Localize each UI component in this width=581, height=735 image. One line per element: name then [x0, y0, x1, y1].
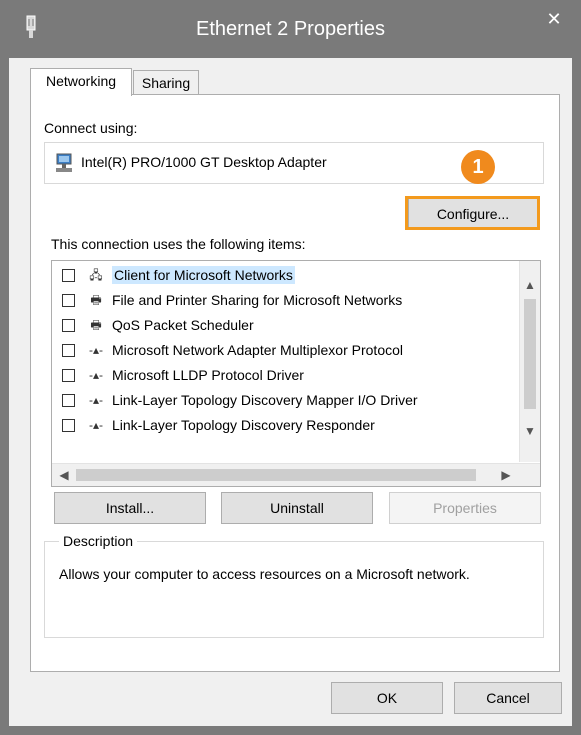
- network-client-icon: 🖧: [89, 268, 103, 282]
- step-callout-badge: 1: [461, 150, 495, 184]
- item-checkbox[interactable]: [62, 369, 75, 382]
- uninstall-button[interactable]: Uninstall: [221, 492, 373, 524]
- item-label: Link-Layer Topology Discovery Responder: [112, 417, 375, 433]
- printer-icon: 🖶: [90, 293, 102, 307]
- items-label: This connection uses the following items…: [51, 236, 306, 252]
- tab-networking[interactable]: Networking: [30, 68, 132, 96]
- title-bar[interactable]: Ethernet 2 Properties ✕: [0, 0, 581, 58]
- list-item[interactable]: 🖧 Client for Microsoft Networks: [52, 263, 512, 288]
- list-item[interactable]: 🖶 File and Printer Sharing for Microsoft…: [52, 288, 512, 313]
- protocol-icon: -▴-: [88, 368, 103, 382]
- adapter-name: Intel(R) PRO/1000 GT Desktop Adapter: [81, 154, 327, 170]
- item-checkbox[interactable]: [62, 294, 75, 307]
- item-label: File and Printer Sharing for Microsoft N…: [112, 292, 403, 308]
- description-group: [44, 541, 544, 638]
- scroll-up-icon[interactable]: ▲: [520, 275, 540, 295]
- protocol-icon: -▴-: [88, 393, 103, 407]
- item-label: Client for Microsoft Networks: [112, 266, 295, 284]
- scroll-left-icon[interactable]: ◀: [54, 465, 74, 485]
- properties-button[interactable]: Properties: [389, 492, 541, 524]
- list-item[interactable]: 🖶 QoS Packet Scheduler: [52, 313, 512, 338]
- close-button[interactable]: ✕: [537, 6, 571, 32]
- vertical-scroll-thumb[interactable]: [524, 299, 536, 409]
- connect-using-label: Connect using:: [44, 120, 138, 136]
- horizontal-scroll-thumb[interactable]: [76, 469, 476, 481]
- vertical-scrollbar[interactable]: ▲ ▼: [519, 261, 540, 462]
- printer-icon: 🖶: [90, 318, 102, 332]
- tab-sharing-label: Sharing: [141, 75, 191, 91]
- protocol-icon: -▴-: [88, 343, 103, 357]
- item-checkbox[interactable]: [62, 419, 75, 432]
- install-button[interactable]: Install...: [54, 492, 206, 524]
- protocol-icon: -▴-: [88, 418, 103, 432]
- item-label: Link-Layer Topology Discovery Mapper I/O…: [112, 392, 418, 408]
- item-checkbox[interactable]: [62, 269, 75, 282]
- list-item[interactable]: -▴- Link-Layer Topology Discovery Mapper…: [52, 388, 512, 413]
- list-item[interactable]: -▴- Link-Layer Topology Discovery Respon…: [52, 413, 512, 438]
- scroll-right-icon[interactable]: ▶: [496, 465, 516, 485]
- item-checkbox[interactable]: [62, 344, 75, 357]
- window-title: Ethernet 2 Properties: [196, 18, 385, 40]
- list-item[interactable]: -▴- Microsoft Network Adapter Multiplexo…: [52, 338, 512, 363]
- adapter-icon: [56, 153, 72, 172]
- horizontal-scrollbar[interactable]: ◀ ▶: [52, 463, 540, 486]
- item-label: QoS Packet Scheduler: [112, 317, 254, 333]
- item-label: Microsoft Network Adapter Multiplexor Pr…: [112, 342, 403, 358]
- scroll-down-icon[interactable]: ▼: [520, 421, 540, 441]
- item-checkbox[interactable]: [62, 319, 75, 332]
- description-text: Allows your computer to access resources…: [59, 566, 470, 582]
- close-icon: ✕: [546, 9, 562, 29]
- description-legend: Description: [59, 533, 138, 549]
- tab-sharing[interactable]: Sharing: [133, 70, 199, 95]
- ok-button[interactable]: OK: [331, 682, 443, 714]
- item-checkbox[interactable]: [62, 394, 75, 407]
- properties-window: Ethernet 2 Properties ✕ Networking Shari…: [0, 0, 581, 735]
- list-item[interactable]: -▴- Microsoft LLDP Protocol Driver: [52, 363, 512, 388]
- cancel-button[interactable]: Cancel: [454, 682, 562, 714]
- item-label: Microsoft LLDP Protocol Driver: [112, 367, 304, 383]
- items-listbox[interactable]: 🖧 Client for Microsoft Networks 🖶 File a…: [51, 260, 541, 487]
- configure-highlight: [405, 196, 540, 230]
- tab-networking-label: Networking: [45, 73, 117, 89]
- dialog-client-area: Networking Sharing Connect using: Intel(…: [9, 58, 572, 726]
